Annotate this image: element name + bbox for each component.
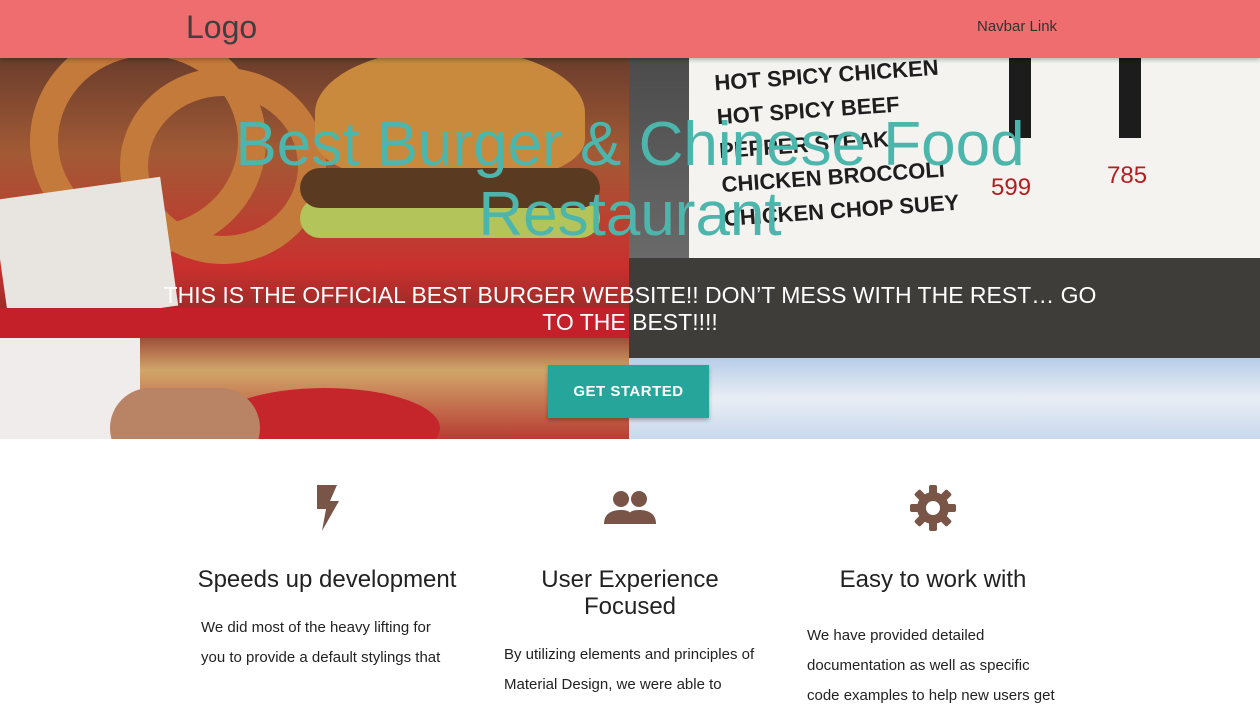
feature-card: Easy to work with We have provided detai… (803, 480, 1063, 711)
board-divider (1119, 58, 1141, 138)
navbar-link[interactable]: Navbar Link (977, 17, 1057, 37)
feature-card: User Experience Focused By utilizing ele… (500, 480, 760, 700)
hero-subtitle: THIS IS THE OFFICIAL BEST BURGER WEBSITE… (163, 282, 1097, 335)
gear-icon (803, 480, 1063, 536)
feature-title: Speeds up development (197, 566, 457, 593)
feature-text: We have provided detailed documentation … (807, 627, 1055, 704)
hand-shape (110, 388, 260, 439)
feature-title: Easy to work with (839, 566, 1027, 593)
navbar: Logo Navbar Link (0, 0, 1260, 58)
feature-text: By utilizing elements and principles of … (504, 646, 755, 693)
hero-title: Best Burger & Chinese Food Restaurant (235, 110, 1025, 249)
sky (629, 358, 1260, 439)
hero-section: HOT SPICY CHICKEN HOT SPICY BEEF PEPPER … (0, 58, 1260, 439)
feature-card: Speeds up development We did most of the… (197, 480, 457, 673)
logo-link[interactable]: Logo (186, 7, 257, 47)
group-icon (500, 480, 760, 536)
feature-title: User Experience Focused (541, 566, 719, 620)
menu-price: 785 (1107, 162, 1148, 189)
get-started-button[interactable]: GET STARTED (548, 365, 709, 418)
feature-text: We did most of the heavy lifting for you… (201, 619, 441, 666)
flash-icon (197, 480, 457, 536)
paper-shape (0, 176, 179, 330)
